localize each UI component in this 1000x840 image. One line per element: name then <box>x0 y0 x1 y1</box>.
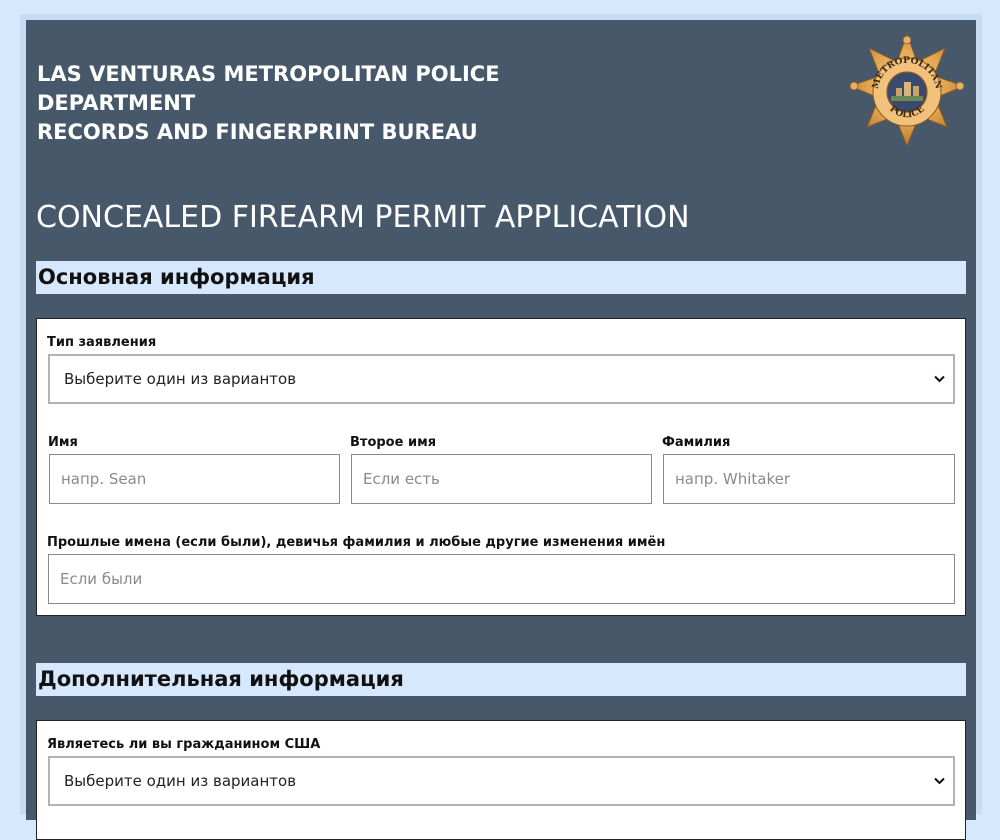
header-line-3: RECORDS AND FINGERPRINT BUREAU <box>37 120 478 144</box>
application-type-value: Выберите один из вариантов <box>64 370 297 388</box>
us-citizen-label: Являетесь ли вы гражданином США <box>47 737 321 752</box>
chevron-down-icon <box>933 356 945 402</box>
first-name-placeholder: напр. Sean <box>61 470 147 488</box>
chevron-down-icon <box>933 758 945 804</box>
previous-names-field[interactable]: Если были <box>48 554 955 604</box>
additional-info-card: Являетесь ли вы гражданином США Выберите… <box>36 720 966 840</box>
form-title: CONCEALED FIREARM PERMIT APPLICATION <box>36 200 690 235</box>
application-type-select[interactable]: Выберите один из вариантов <box>48 354 955 404</box>
first-name-field[interactable]: напр. Sean <box>49 454 340 504</box>
department-header: LAS VENTURAS METROPOLITAN POLICE DEPARTM… <box>37 60 557 147</box>
first-name-label: Имя <box>48 435 78 450</box>
header-line-1: LAS VENTURAS METROPOLITAN POLICE <box>37 62 500 86</box>
us-citizen-select[interactable]: Выберите один из вариантов <box>48 756 955 806</box>
basic-info-card: Тип заявления Выберите один из вариантов… <box>36 318 966 616</box>
previous-names-placeholder: Если были <box>60 570 143 588</box>
last-name-field[interactable]: напр. Whitaker <box>663 454 955 504</box>
us-citizen-value: Выберите один из вариантов <box>64 772 297 790</box>
middle-name-label: Второе имя <box>350 435 437 450</box>
section-additional-header: Дополнительная информация <box>36 663 966 696</box>
page-frame: LAS VENTURAS METROPOLITAN POLICE DEPARTM… <box>20 14 982 840</box>
last-name-placeholder: напр. Whitaker <box>675 470 790 488</box>
previous-names-label: Прошлые имена (если были), девичья фамил… <box>47 535 666 550</box>
middle-name-field[interactable]: Если есть <box>351 454 652 504</box>
header-line-2: DEPARTMENT <box>37 91 196 115</box>
last-name-label: Фамилия <box>662 435 731 450</box>
middle-name-placeholder: Если есть <box>363 470 440 488</box>
section-basic-header: Основная информация <box>36 261 966 294</box>
police-badge-logo: METROPOLITAN POLICE <box>848 32 966 148</box>
form-panel: LAS VENTURAS METROPOLITAN POLICE DEPARTM… <box>26 20 976 840</box>
application-type-label: Тип заявления <box>47 335 157 350</box>
